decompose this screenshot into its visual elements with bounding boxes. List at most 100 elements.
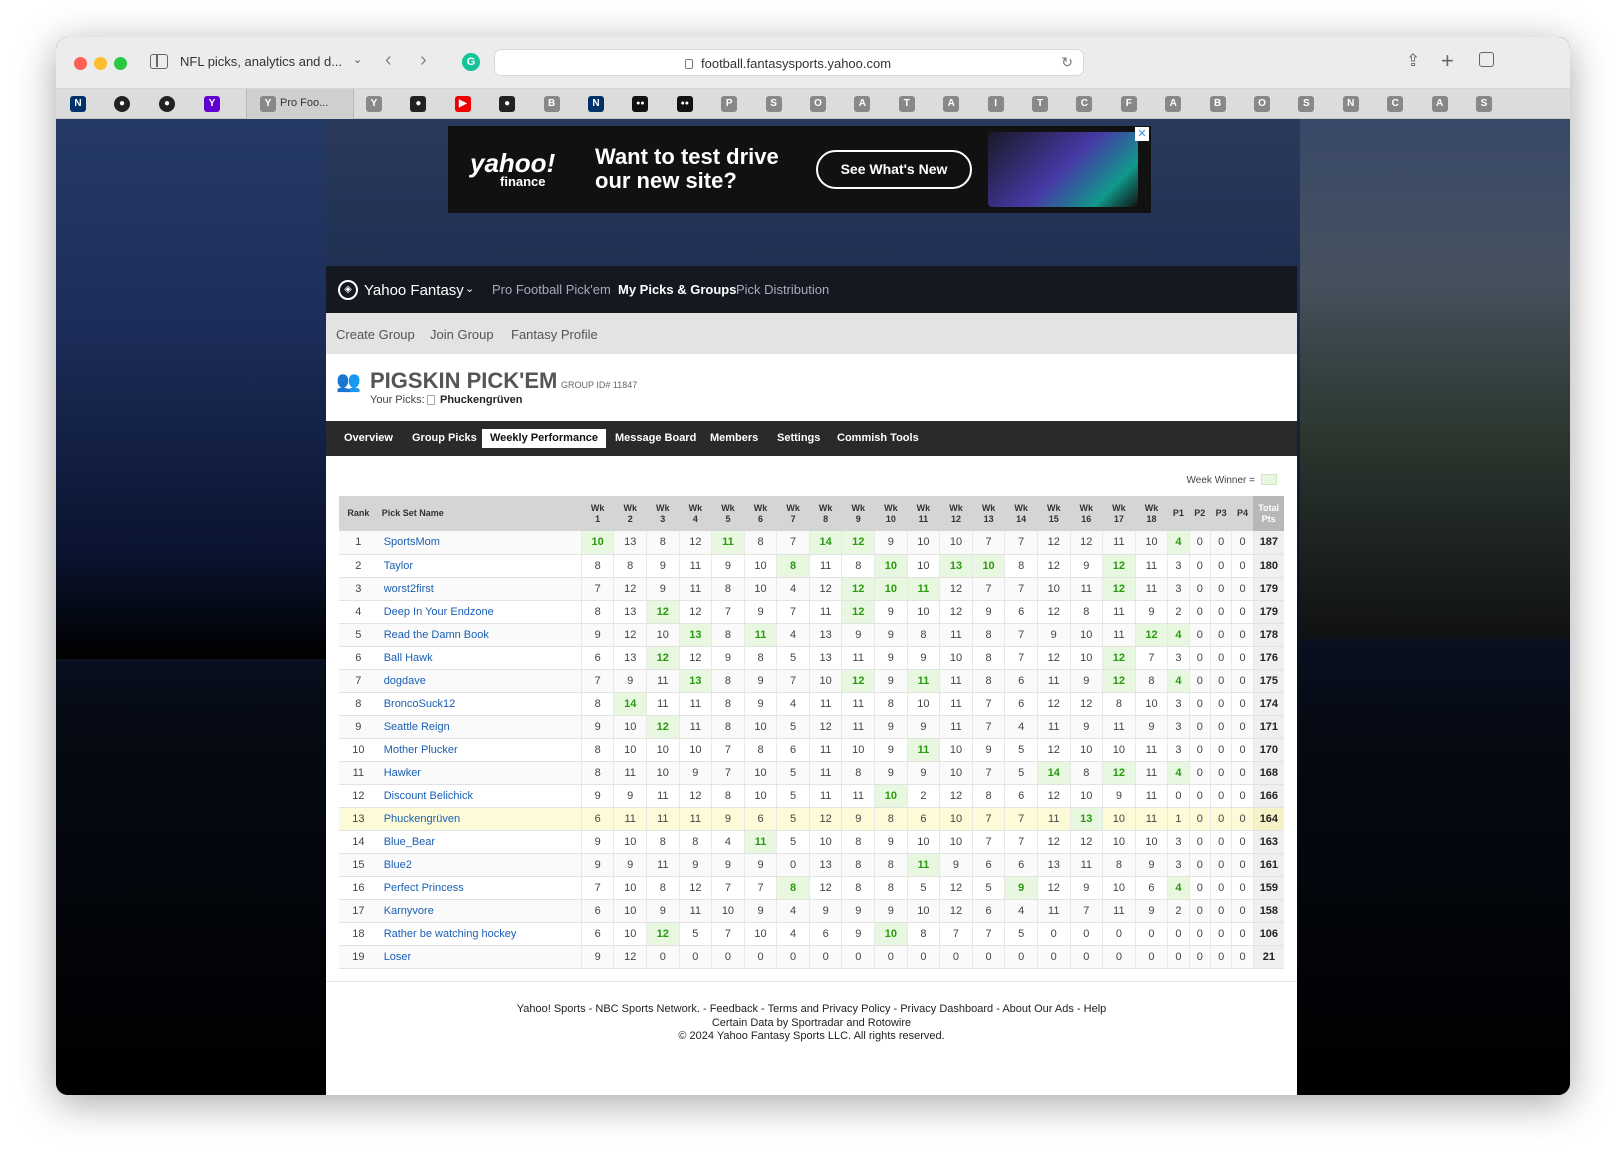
column-header[interactable]: Wk 17 (1102, 496, 1136, 531)
brand-chevron-down-icon[interactable]: ⌄ (465, 282, 474, 295)
pick-set-name-link[interactable]: Blue_Bear (377, 830, 582, 854)
column-header[interactable]: Wk 18 (1135, 496, 1168, 531)
pick-set-name-link[interactable]: Discount Belichick (377, 784, 582, 808)
footer-links[interactable]: Yahoo! Sports - NBC Sports Network. - Fe… (326, 1003, 1297, 1017)
pick-set-name-link[interactable]: Karnyvore (377, 899, 582, 923)
column-header[interactable]: Wk 11 (907, 496, 940, 531)
address-bar[interactable]: football.fantasysports.yahoo.com ↻ (494, 49, 1084, 76)
letter-tab-icon[interactable]: O (810, 96, 826, 112)
letter-tab-icon[interactable]: P (721, 96, 738, 112)
active-tab-title[interactable]: NFL picks, analytics and d... (180, 54, 342, 69)
github-tab-icon[interactable]: ● (410, 96, 427, 112)
column-header[interactable]: Wk 13 (972, 496, 1005, 531)
letter-tab-icon[interactable]: F (1120, 96, 1137, 112)
column-header[interactable]: Wk 1 (581, 496, 614, 531)
pick-set-name-link[interactable]: Read the Damn Book (377, 623, 582, 647)
column-header[interactable]: Total Pts (1253, 496, 1284, 531)
nav-pro-football-pickem[interactable]: Pro Football Pick'em (492, 282, 611, 297)
letter-tab-icon[interactable]: C (1387, 96, 1404, 112)
column-header[interactable]: Wk 3 (646, 496, 680, 531)
letter-tab-icon[interactable]: N (1342, 96, 1359, 112)
column-header[interactable]: Wk 14 (1004, 496, 1038, 531)
column-header[interactable]: Wk 15 (1037, 496, 1071, 531)
zoom-window-button[interactable] (114, 57, 127, 70)
letter-tab-icon[interactable]: B (1209, 96, 1226, 112)
tab-group-picks[interactable]: Group Picks (404, 429, 485, 448)
pick-set-name-link[interactable]: Blue2 (377, 853, 582, 877)
tab-message-board[interactable]: Message Board (607, 429, 704, 448)
letter-tab-icon[interactable]: I (987, 96, 1004, 112)
sidebar-toggle-icon[interactable] (150, 54, 168, 69)
pick-set-name-link[interactable]: Seattle Reign (377, 715, 582, 739)
join-group-link[interactable]: Join Group (430, 327, 494, 342)
column-header[interactable]: Pick Set Name (377, 496, 582, 531)
new-tab-icon[interactable]: + (1441, 48, 1454, 74)
close-window-button[interactable] (74, 57, 87, 70)
column-header[interactable]: Wk 7 (776, 496, 810, 531)
pick-set-name-link[interactable]: Ball Hawk (377, 646, 582, 670)
pick-set-name-link[interactable]: Loser (377, 945, 582, 969)
letter-tab-icon[interactable]: T (898, 96, 915, 112)
tab-overview-icon[interactable] (1479, 52, 1494, 67)
letter-tab-icon[interactable]: C (1076, 96, 1093, 112)
column-header[interactable]: Rank (339, 496, 378, 531)
medium-tab-icon[interactable]: ●● (676, 96, 693, 112)
column-header[interactable]: Wk 5 (711, 496, 745, 531)
pick-set-name-link[interactable]: Mother Plucker (377, 738, 582, 762)
letter-tab-icon[interactable]: S (1476, 96, 1492, 112)
column-header[interactable]: Wk 12 (939, 496, 973, 531)
column-header[interactable]: Wk 9 (841, 496, 875, 531)
create-group-link[interactable]: Create Group (336, 327, 415, 342)
letter-tab-icon[interactable]: T (1032, 96, 1048, 112)
letter-tab-icon[interactable]: B (543, 96, 560, 112)
github-tab-icon[interactable]: ● (114, 96, 130, 112)
brand-link[interactable]: Yahoo Fantasy (364, 282, 464, 299)
fantasy-profile-link[interactable]: Fantasy Profile (511, 327, 598, 342)
reload-icon[interactable]: ↻ (1061, 54, 1073, 71)
your-picks-name[interactable]: Phuckengrüven (440, 394, 523, 406)
grammarly-icon[interactable]: G (462, 53, 480, 71)
letter-tab-icon[interactable]: A (1165, 96, 1182, 112)
tab-commish-tools[interactable]: Commish Tools (829, 429, 927, 448)
pick-set-name-link[interactable]: BroncoSuck12 (377, 692, 582, 716)
yahoo-finance-ad-banner[interactable]: yahoo! finance Want to test drive our ne… (448, 126, 1151, 213)
column-header[interactable]: Wk 8 (809, 496, 842, 531)
share-icon[interactable]: ⇪ (1406, 51, 1420, 71)
pinned-tab-pro-football[interactable]: Y Pro Foo... (246, 89, 354, 119)
tab-settings[interactable]: Settings (769, 429, 828, 448)
yahoo-fantasy-logo-icon[interactable]: ◈ (338, 280, 358, 300)
column-header[interactable]: Wk 6 (744, 496, 777, 531)
pick-set-name-link[interactable]: Phuckengrüven (377, 807, 582, 831)
pick-set-name-link[interactable]: worst2first (377, 577, 582, 601)
ad-close-icon[interactable]: ✕ (1135, 127, 1149, 141)
pick-set-name-link[interactable]: dogdave (377, 669, 582, 693)
github-tab-icon[interactable]: ● (499, 96, 516, 112)
column-header[interactable]: P2 (1189, 496, 1211, 531)
ad-cta-button[interactable]: See What's New (816, 150, 972, 189)
letter-tab-icon[interactable]: S (1298, 96, 1315, 112)
nfl-tab-icon[interactable]: N (588, 96, 604, 112)
column-header[interactable]: Wk 4 (679, 496, 712, 531)
tab-overview[interactable]: Overview (336, 429, 401, 448)
pick-set-name-link[interactable]: Perfect Princess (377, 876, 582, 900)
letter-tab-icon[interactable]: A (1431, 96, 1448, 112)
column-header[interactable]: P4 (1231, 496, 1254, 531)
nav-my-picks-groups[interactable]: My Picks & Groups (618, 282, 736, 297)
column-header[interactable]: Wk 10 (874, 496, 908, 531)
column-header[interactable]: P3 (1210, 496, 1232, 531)
forward-icon[interactable]: › (420, 49, 427, 72)
pick-set-name-link[interactable]: Hawker (377, 761, 582, 785)
tab-members[interactable]: Members (702, 429, 766, 448)
nfl-tab-icon[interactable]: N (70, 96, 86, 112)
youtube-tab-icon[interactable]: ▶ (454, 96, 471, 112)
minimize-window-button[interactable] (94, 57, 107, 70)
pick-set-name-link[interactable]: SportsMom (377, 531, 582, 555)
column-header[interactable]: Wk 16 (1070, 496, 1103, 531)
back-icon[interactable]: ‹ (385, 49, 392, 72)
medium-tab-icon[interactable]: ●● (632, 96, 649, 112)
column-header[interactable]: P1 (1167, 496, 1190, 531)
letter-tab-icon[interactable]: O (1254, 96, 1270, 112)
letter-tab-icon[interactable]: S (765, 96, 782, 112)
pick-set-name-link[interactable]: Deep In Your Endzone (377, 600, 582, 624)
yahoo-tab-icon[interactable]: Y (204, 96, 220, 112)
